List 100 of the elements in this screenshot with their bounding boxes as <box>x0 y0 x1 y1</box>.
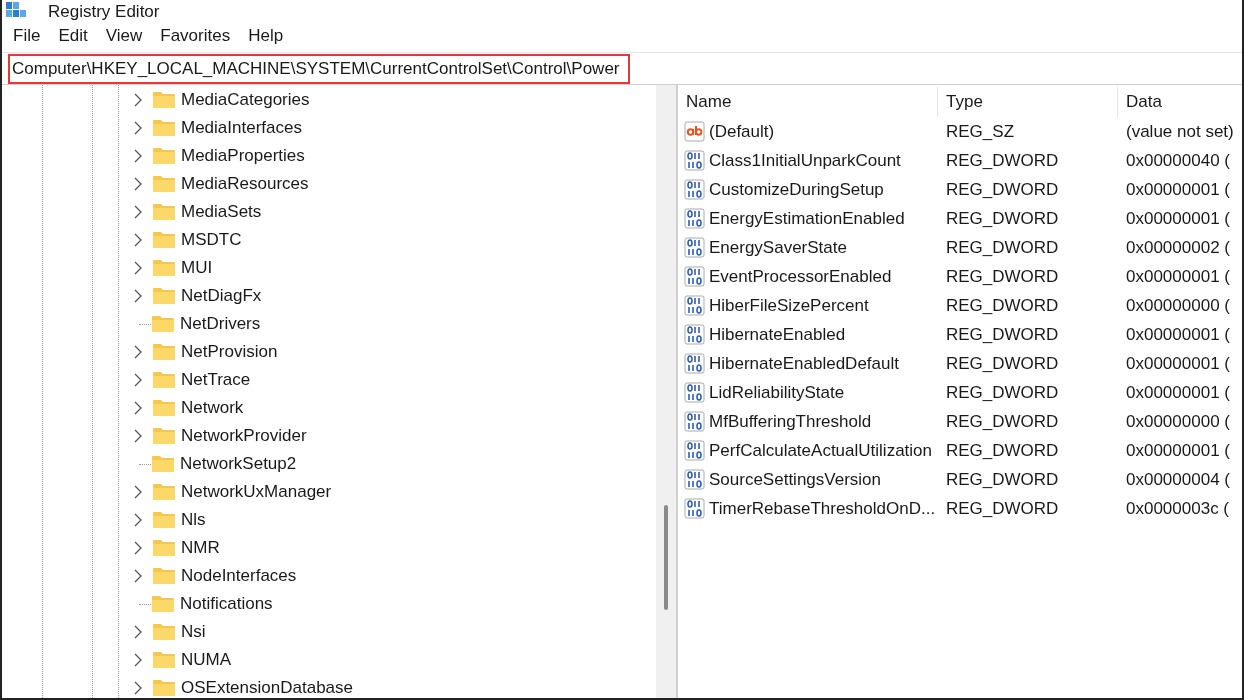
scrollbar-thumb[interactable] <box>664 505 669 610</box>
menu-item[interactable]: Help <box>239 22 293 50</box>
expand-chevron-icon[interactable] <box>133 233 143 247</box>
tree-item[interactable]: NetTrace <box>181 367 251 393</box>
folder-icon <box>152 91 176 109</box>
binary-value-icon <box>684 265 706 288</box>
value-name[interactable]: EnergyEstimationEnabled <box>709 205 905 232</box>
tree-item[interactable]: NetDrivers <box>180 311 261 337</box>
value-type: REG_DWORD <box>945 352 1060 375</box>
value-type: REG_DWORD <box>945 468 1060 491</box>
tree-item[interactable]: MSDTC <box>181 227 242 253</box>
binary-value-icon <box>684 323 706 346</box>
tree-item[interactable]: NetDiagFx <box>181 283 262 309</box>
expand-chevron-icon[interactable] <box>133 289 143 303</box>
tree-item[interactable]: MediaCategories <box>181 87 310 113</box>
expand-chevron-icon[interactable] <box>133 513 143 527</box>
registry-app-icon <box>6 2 26 18</box>
tree-item[interactable]: MediaInterfaces <box>181 115 302 141</box>
value-name[interactable]: (Default) <box>709 118 775 145</box>
value-type: REG_DWORD <box>945 497 1060 520</box>
tree-item[interactable]: NetworkSetup2 <box>180 451 297 477</box>
tree-item[interactable]: OSExtensionDatabase <box>181 675 353 698</box>
value-data: 0x00000001 ( <box>1125 178 1230 201</box>
tree-item[interactable]: NUMA <box>181 647 232 673</box>
expand-chevron-icon[interactable] <box>133 541 143 555</box>
value-type: REG_DWORD <box>945 178 1060 201</box>
tree-item[interactable]: Nls <box>181 507 206 533</box>
tree-item[interactable]: Network <box>181 395 244 421</box>
menu-item[interactable]: File <box>4 22 50 50</box>
folder-icon <box>151 595 175 613</box>
tree-item[interactable]: MediaProperties <box>181 143 305 169</box>
expand-chevron-icon[interactable] <box>133 373 143 387</box>
folder-icon <box>152 427 176 445</box>
binary-value-icon <box>684 497 706 520</box>
expand-chevron-icon[interactable] <box>133 401 143 415</box>
value-data: (value not set) <box>1125 120 1234 143</box>
value-type: REG_DWORD <box>945 265 1060 288</box>
value-data: 0x00000040 ( <box>1125 149 1230 172</box>
expand-chevron-icon[interactable] <box>133 681 143 695</box>
expand-chevron-icon[interactable] <box>133 429 143 443</box>
expand-chevron-icon[interactable] <box>133 653 143 667</box>
tree-item[interactable]: MediaResources <box>181 171 309 197</box>
expand-chevron-icon[interactable] <box>133 261 143 275</box>
menu-item[interactable]: View <box>96 22 152 50</box>
value-name[interactable]: CustomizeDuringSetup <box>709 176 884 203</box>
folder-icon <box>152 399 176 417</box>
binary-value-icon <box>684 439 706 462</box>
folder-icon <box>152 511 176 529</box>
folder-icon <box>152 175 176 193</box>
tree-item[interactable]: Nsi <box>181 619 206 645</box>
value-name[interactable]: PerfCalculateActualUtilization <box>709 437 932 464</box>
expand-chevron-icon[interactable] <box>133 93 143 107</box>
tree-item[interactable]: MediaSets <box>181 199 262 225</box>
column-header[interactable]: Data <box>1118 87 1242 117</box>
value-name[interactable]: HiberFileSizePercent <box>709 292 869 319</box>
expand-chevron-icon[interactable] <box>133 149 143 163</box>
expand-chevron-icon[interactable] <box>133 485 143 499</box>
tree-item[interactable]: MUI <box>181 255 213 281</box>
value-data: 0x00000000 ( <box>1125 410 1230 433</box>
address-field[interactable]: Computer\HKEY_LOCAL_MACHINE\SYSTEM\CurrentControlSet\Control\Power <box>8 53 630 84</box>
value-data: 0x00000000 ( <box>1125 294 1230 317</box>
folder-icon <box>152 147 176 165</box>
expand-chevron-icon[interactable] <box>133 121 143 135</box>
value-name[interactable]: Class1InitialUnparkCount <box>709 147 901 174</box>
expand-chevron-icon[interactable] <box>133 625 143 639</box>
value-data: 0x00000001 ( <box>1125 439 1230 462</box>
column-header[interactable]: Name <box>678 87 938 117</box>
tree-item[interactable]: NodeInterfaces <box>181 563 297 589</box>
tree-item[interactable]: Notifications <box>180 591 273 617</box>
value-data: 0x0000003c ( <box>1125 497 1230 520</box>
value-name[interactable]: EventProcessorEnabled <box>709 263 892 290</box>
menu-item[interactable]: Edit <box>49 22 97 50</box>
expand-chevron-icon[interactable] <box>133 177 143 191</box>
value-data: 0x00000001 ( <box>1125 207 1230 230</box>
value-name[interactable]: HibernateEnabled <box>709 321 846 348</box>
binary-value-icon <box>684 236 706 259</box>
value-type: REG_DWORD <box>945 439 1060 462</box>
binary-value-icon <box>684 468 706 491</box>
menu-item[interactable]: Favorites <box>151 22 240 50</box>
tree-item[interactable]: NetworkUxManager <box>181 479 332 505</box>
value-name[interactable]: TimerRebaseThresholdOnD... <box>709 495 936 522</box>
tree-item[interactable]: NMR <box>181 535 220 561</box>
folder-icon <box>152 343 176 361</box>
folder-icon <box>152 623 176 641</box>
expand-chevron-icon[interactable] <box>133 345 143 359</box>
folder-icon <box>152 371 176 389</box>
expand-chevron-icon[interactable] <box>133 205 143 219</box>
tree-item[interactable]: NetworkProvider <box>181 423 307 449</box>
value-name[interactable]: LidReliabilityState <box>709 379 845 406</box>
value-name[interactable]: EnergySaverState <box>709 234 847 261</box>
tree-item[interactable]: NetProvision <box>181 339 278 365</box>
value-name[interactable]: HibernateEnabledDefault <box>709 350 899 377</box>
value-type: REG_DWORD <box>945 294 1060 317</box>
window-title: Registry Editor <box>48 3 160 21</box>
binary-value-icon <box>684 381 706 404</box>
expand-chevron-icon[interactable] <box>133 569 143 583</box>
value-name[interactable]: SourceSettingsVersion <box>709 466 881 493</box>
value-data: 0x00000001 ( <box>1125 352 1230 375</box>
column-header[interactable]: Type <box>938 87 1118 117</box>
value-name[interactable]: MfBufferingThreshold <box>709 408 872 435</box>
